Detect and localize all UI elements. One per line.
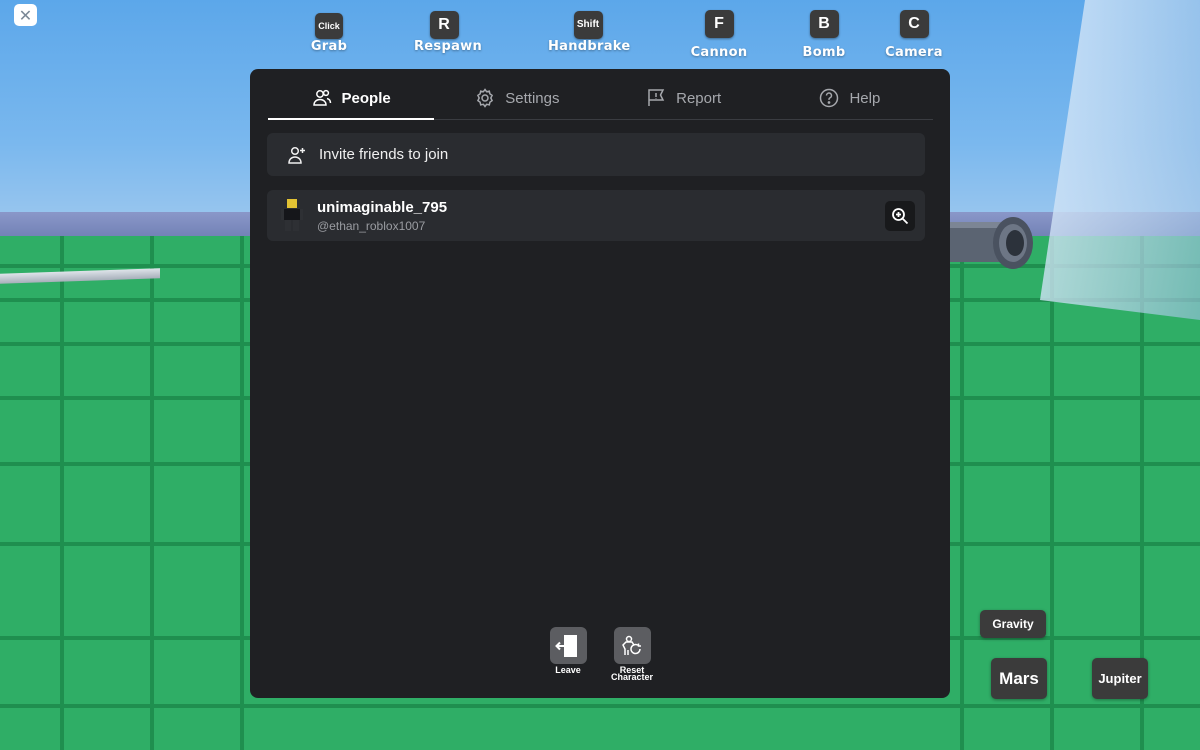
- help-icon: [820, 88, 839, 108]
- close-icon: ✕: [18, 5, 33, 25]
- tab-label: Settings: [505, 89, 560, 107]
- key-cap: R: [429, 11, 459, 39]
- tab-report[interactable]: Report: [601, 77, 767, 119]
- hint-label: Cannon: [690, 45, 748, 60]
- mars-label: Mars: [999, 668, 1039, 688]
- key-cap: C: [899, 10, 929, 38]
- hint-respawn: R Respawn: [414, 11, 483, 54]
- hint-bomb: B Bomb: [795, 10, 853, 60]
- hint-label: Bomb: [802, 45, 846, 60]
- reset-icon: [622, 635, 641, 655]
- hint-cannon: F Cannon: [688, 10, 750, 60]
- gravity-label: Gravity: [992, 617, 1034, 631]
- jupiter-button[interactable]: Jupiter: [1092, 658, 1148, 699]
- hint-label: Handbrake: [548, 39, 631, 54]
- add-friend-icon: [288, 146, 305, 164]
- tab-help[interactable]: Help: [767, 77, 933, 119]
- jupiter-label: Jupiter: [1098, 671, 1142, 686]
- gravity-button[interactable]: Gravity: [980, 610, 1046, 638]
- gear-icon: [477, 88, 494, 108]
- reset-character-button[interactable]: Reset Character: [606, 627, 658, 682]
- hint-camera: C Camera: [882, 10, 946, 60]
- tab-people[interactable]: People: [268, 77, 435, 120]
- menu-tab-bar: People Settings Report Help: [268, 77, 933, 120]
- tab-label: Help: [849, 89, 881, 107]
- avatar: [281, 199, 303, 231]
- people-icon: [312, 89, 331, 106]
- mars-button[interactable]: Mars: [991, 658, 1047, 699]
- key-cap: F: [704, 10, 734, 38]
- player-row[interactable]: unimaginable_795 @ethan_roblox1007: [267, 190, 925, 241]
- leave-icon-box: [549, 627, 587, 664]
- reset-icon-box: [613, 627, 651, 664]
- player-display-name: unimaginable_795: [317, 199, 448, 216]
- key-cap: Click: [315, 13, 343, 39]
- player-username: @ethan_roblox1007: [317, 219, 426, 233]
- tab-label: People: [341, 89, 391, 107]
- key-cap: Shift: [573, 11, 603, 39]
- cannon-model: [945, 217, 1033, 269]
- hint-label: Camera: [885, 45, 943, 60]
- leave-button[interactable]: Leave: [548, 627, 588, 675]
- key-cap: B: [809, 10, 839, 38]
- inspect-player-button[interactable]: [885, 201, 915, 231]
- invite-friends-button[interactable]: Invite friends to join: [267, 133, 925, 176]
- escape-menu-panel: People Settings Report Help Invite frien…: [250, 69, 950, 698]
- close-menu-button[interactable]: ✕: [14, 4, 37, 26]
- zoom-in-icon: [892, 208, 909, 225]
- hint-label: Respawn: [414, 39, 483, 54]
- tab-settings[interactable]: Settings: [434, 77, 600, 119]
- hint-grab: Click Grab: [306, 13, 352, 54]
- flag-icon: [648, 89, 665, 106]
- leave-label: Leave: [555, 665, 581, 675]
- tab-label: Report: [676, 89, 722, 107]
- leave-icon: [555, 634, 577, 657]
- reset-label-line2: Character: [610, 672, 654, 682]
- invite-label: Invite friends to join: [319, 146, 449, 163]
- hint-label: Grab: [310, 39, 348, 54]
- hint-handbrake: Shift Handbrake: [548, 11, 631, 54]
